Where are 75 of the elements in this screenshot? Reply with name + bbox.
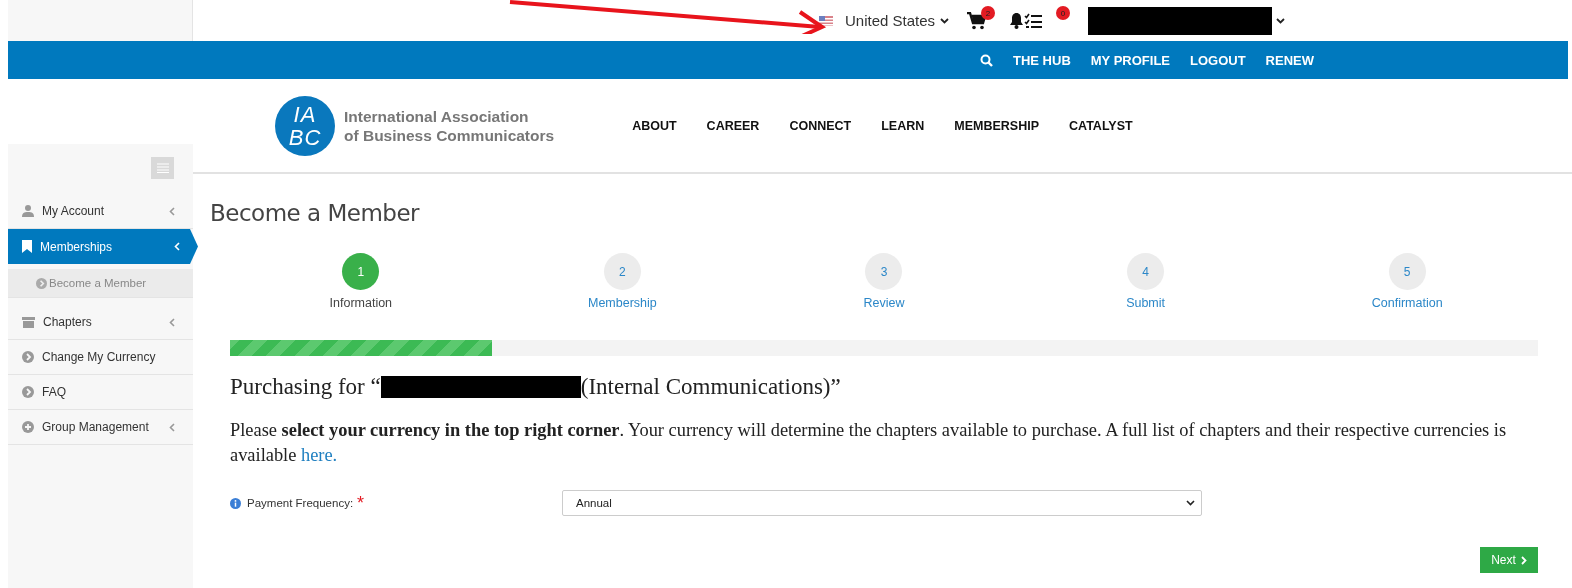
search-icon[interactable] [980, 53, 993, 67]
page-title: Become a Member [210, 200, 421, 226]
caret-icon[interactable] [1276, 17, 1286, 24]
caret-icon [940, 17, 950, 24]
sidebar-item[interactable]: Chapters [8, 305, 193, 340]
bookmark-icon [22, 240, 32, 253]
step-circle[interactable]: 5 [1388, 253, 1426, 290]
tasks-button[interactable] [1024, 12, 1043, 29]
sidebar-item-label: FAQ [42, 385, 67, 399]
country-selector[interactable]: United States [845, 12, 950, 29]
notifications-button[interactable] [1009, 12, 1025, 29]
sidebar-item-label: Chapters [43, 315, 93, 329]
user-icon [22, 205, 34, 217]
step-label[interactable]: Confirmation [1371, 296, 1443, 310]
step-circle[interactable]: 4 [1127, 253, 1165, 290]
nav-link[interactable]: MY PROFILE [1090, 52, 1170, 68]
currency-notice: Please select your currency in the top right corner. Your currency will determine the chapters available to purchase. A full list of chapters and their respective currencies is available here. [230, 419, 1508, 467]
next-button[interactable]: Next [1480, 547, 1538, 573]
chevron-circle-icon [22, 386, 34, 398]
purchase-heading: Purchasing for “ [230, 374, 381, 400]
nav-link[interactable]: RENEW [1265, 52, 1314, 68]
required-mark: * [357, 492, 365, 514]
nav-link[interactable]: LOGOUT [1190, 52, 1246, 68]
logo-mark[interactable]: IA BC [275, 95, 335, 156]
checklist-icon [1024, 12, 1043, 29]
sidebar-item-label: Memberships [40, 239, 114, 254]
flag-icon [819, 15, 833, 26]
step-circle[interactable]: 1 [342, 253, 380, 290]
sidebar-item-label: My Account [42, 204, 106, 218]
cart-button[interactable] [967, 11, 988, 30]
chevron-left-icon [169, 422, 175, 432]
cart-count-badge: 2 [981, 6, 996, 20]
sidebar-item[interactable]: Memberships [8, 229, 198, 264]
sidebar-item-label: Group Management [42, 420, 150, 434]
purchase-heading: (Internal Communications)” [580, 374, 841, 400]
payment-frequency-select[interactable]: Annual [562, 490, 1202, 516]
cart-icon [967, 11, 988, 30]
bell-icon [1009, 12, 1025, 29]
info-icon [230, 497, 241, 509]
sidebar-subitem-label: Become a Member [49, 277, 147, 289]
step-circle[interactable]: 3 [865, 253, 903, 290]
organization-name: of Business Communicators [344, 125, 555, 145]
step-circle[interactable]: 2 [603, 253, 641, 290]
step-label[interactable]: Membership [588, 296, 657, 310]
main-menu-link[interactable]: CAREER [706, 118, 760, 133]
archive-icon [22, 316, 35, 328]
step-label[interactable]: Review [863, 296, 905, 310]
field-label: Payment Frequency: [247, 497, 354, 509]
chevron-left-icon [174, 242, 180, 251]
main-menu-link[interactable]: LEARN [881, 118, 925, 133]
chevron-left-icon [169, 317, 175, 327]
chevron-right-icon [1520, 555, 1527, 565]
sidebar-item[interactable]: Group Management [8, 410, 193, 445]
here-link[interactable]: here. [300, 445, 338, 465]
step-label[interactable]: Submit [1126, 296, 1166, 310]
logo-letters: BC [288, 125, 322, 149]
sidebar-item[interactable]: Change My Currency [8, 340, 193, 375]
chevron-left-icon [169, 206, 175, 216]
caret-icon [1186, 500, 1195, 506]
step-label[interactable]: Information [329, 296, 393, 310]
menu-icon [156, 163, 169, 173]
sidebar-item[interactable]: FAQ [8, 375, 193, 410]
chevron-circle-icon [22, 351, 34, 363]
sidebar-item-label: Change My Currency [42, 350, 157, 364]
organization-name: International Association [344, 106, 530, 126]
main-menu-link[interactable]: ABOUT [632, 118, 677, 133]
nav-link[interactable]: THE HUB [1013, 52, 1071, 68]
main-menu-link[interactable]: CONNECT [789, 118, 852, 133]
plus-circle-icon [22, 421, 34, 433]
tasks-count-badge: 0 [1056, 6, 1071, 20]
main-menu-link[interactable]: MEMBERSHIP [954, 118, 1039, 133]
logo-letters: IA [293, 102, 317, 126]
chevron-circle-icon [36, 277, 47, 289]
sidebar-subitem[interactable]: Become a Member [8, 269, 193, 298]
main-menu-link[interactable]: CATALYST [1069, 118, 1133, 133]
